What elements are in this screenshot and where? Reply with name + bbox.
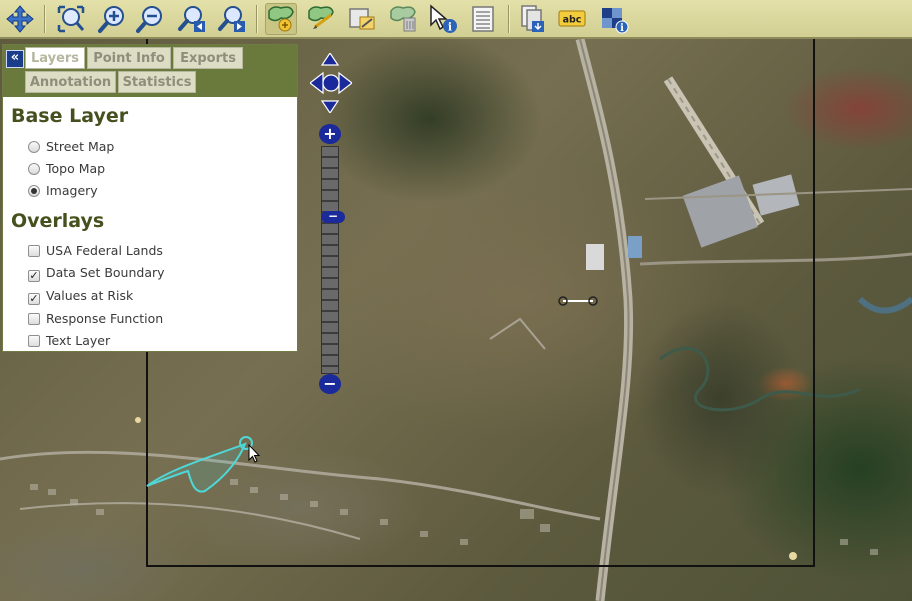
response-function-checkbox[interactable] — [28, 313, 40, 325]
street-map-radio[interactable] — [28, 141, 40, 153]
tab-exports[interactable]: Exports — [173, 47, 243, 69]
zoom-in-control[interactable]: + — [319, 124, 341, 144]
zoom-previous-icon — [178, 6, 205, 32]
overview-icon: i — [602, 8, 629, 34]
zoom-out-icon — [136, 6, 162, 33]
overlay-values-at-risk[interactable]: ✓ Values at Risk — [28, 287, 133, 305]
measure-line-handle[interactable] — [558, 296, 598, 306]
base-layer-option-topo-map[interactable]: Topo Map — [28, 160, 105, 178]
attribute-table-icon — [472, 6, 494, 32]
base-layer-option-street-map[interactable]: Street Map — [28, 138, 114, 156]
delete-shape-icon — [390, 6, 416, 32]
collapse-panel-icon[interactable]: « — [6, 50, 24, 68]
overview-button[interactable]: i — [598, 3, 630, 35]
identify-icon: i — [430, 4, 457, 34]
label-icon: abc — [558, 10, 586, 27]
overlay-response-function[interactable]: Response Function — [28, 310, 163, 328]
zoom-out-button[interactable] — [134, 3, 166, 35]
export-map-button[interactable] — [517, 3, 549, 35]
identify-button[interactable]: i — [427, 3, 459, 35]
pan-up-arrow-icon[interactable] — [320, 51, 340, 66]
zoom-extent-button[interactable] — [55, 3, 87, 35]
panel-tab-bar: « Layers Point Info Exports Annotation S… — [3, 45, 297, 97]
pan-control — [309, 51, 353, 115]
base-layer-heading: Base Layer — [11, 105, 129, 127]
tab-statistics[interactable]: Statistics — [118, 71, 196, 93]
overlays-heading: Overlays — [11, 210, 105, 232]
pan-right-arrow-icon[interactable] — [338, 71, 353, 95]
overlay-text-layer[interactable]: Text Layer — [28, 332, 110, 350]
attribute-table-button[interactable] — [467, 3, 499, 35]
pan-left-arrow-icon[interactable] — [309, 71, 324, 95]
zoom-previous-button[interactable] — [176, 3, 208, 35]
pan-center-icon — [322, 74, 340, 92]
imagery-radio[interactable] — [28, 185, 40, 197]
zoom-track[interactable]: − — [321, 146, 345, 374]
export-map-icon — [521, 5, 544, 32]
label-tool-button[interactable]: abc — [556, 3, 588, 35]
draw-shape-button[interactable] — [305, 3, 337, 35]
edit-shape-icon — [349, 8, 375, 30]
zoom-extent-icon — [57, 5, 85, 33]
pan-down-arrow-icon[interactable] — [320, 100, 340, 115]
overlay-usa-federal-lands[interactable]: USA Federal Lands — [28, 242, 163, 260]
usa-federal-lands-checkbox[interactable] — [28, 245, 40, 257]
topo-map-radio[interactable] — [28, 163, 40, 175]
zoom-in-icon — [98, 6, 124, 33]
draw-shape-icon — [308, 6, 334, 29]
pan-tool-button[interactable] — [4, 3, 36, 35]
overlay-data-set-boundary[interactable]: ✓ Data Set Boundary — [28, 264, 165, 282]
zoom-next-button[interactable] — [216, 3, 248, 35]
base-layer-option-imagery[interactable]: Imagery — [28, 182, 98, 200]
svg-text:i: i — [620, 23, 624, 34]
tab-point-info[interactable]: Point Info — [87, 47, 171, 69]
layer-panel: « Layers Point Info Exports Annotation S… — [2, 44, 298, 352]
svg-text:i: i — [448, 21, 452, 34]
zoom-out-control[interactable]: − — [319, 374, 341, 394]
delete-shape-button[interactable] — [388, 3, 420, 35]
mouse-cursor — [248, 443, 261, 463]
zoom-level-thumb[interactable]: − — [321, 210, 345, 223]
text-layer-checkbox[interactable] — [28, 335, 40, 347]
pan-icon — [6, 5, 34, 33]
zoom-next-icon — [218, 6, 245, 32]
tab-layers[interactable]: Layers — [25, 47, 85, 69]
zoom-in-button[interactable] — [96, 3, 128, 35]
tab-annotation[interactable]: Annotation — [25, 71, 116, 93]
draw-polygon-button[interactable] — [265, 3, 297, 35]
draw-polygon-icon — [268, 6, 294, 32]
values-at-risk-checkbox[interactable]: ✓ — [28, 293, 40, 305]
map-toolbar: i abc i — [0, 0, 912, 39]
svg-text:abc: abc — [563, 15, 582, 26]
zoom-slider[interactable]: + − − — [319, 124, 345, 396]
edit-shape-button[interactable] — [346, 3, 378, 35]
data-set-boundary-checkbox[interactable]: ✓ — [28, 270, 40, 282]
